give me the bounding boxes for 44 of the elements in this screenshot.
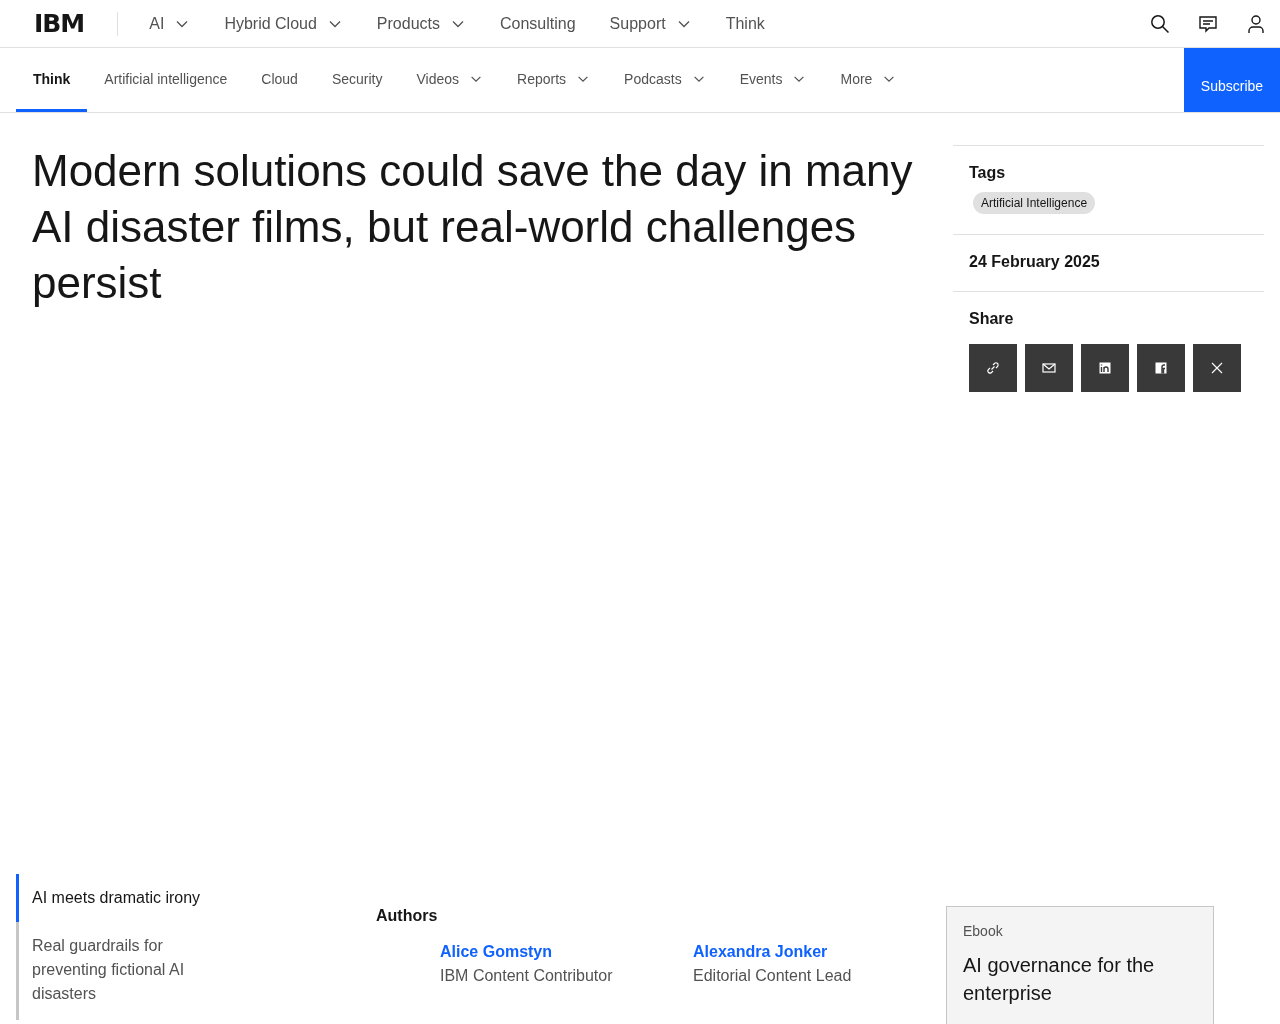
tags-label: Tags bbox=[969, 164, 1007, 182]
nav-tab[interactable]: Think bbox=[16, 48, 88, 112]
author-name-link[interactable]: Alexandra Jonker bbox=[693, 943, 946, 961]
nav-link[interactable]: Products bbox=[359, 14, 483, 33]
email-share-button[interactable] bbox=[1025, 344, 1073, 392]
nav-tab[interactable]: Security bbox=[314, 48, 400, 112]
envelope-icon bbox=[1041, 360, 1057, 376]
publish-date: 24 February 2025 bbox=[969, 253, 1101, 271]
share-label: Share bbox=[969, 310, 1015, 328]
nav-link[interactable]: Support bbox=[592, 14, 709, 33]
facebook-icon bbox=[1153, 360, 1169, 376]
x-share-button[interactable] bbox=[1193, 344, 1241, 392]
nav-tab[interactable]: Podcasts bbox=[607, 48, 723, 112]
search-icon[interactable] bbox=[1150, 13, 1170, 34]
subscribe-button[interactable]: Subscribe bbox=[1184, 48, 1280, 112]
toc-link[interactable]: AI meets dramatic irony bbox=[16, 874, 232, 922]
nav-tab[interactable]: Events bbox=[722, 48, 824, 112]
nav-link[interactable]: Think bbox=[708, 14, 782, 33]
linkedin-share-button[interactable] bbox=[1081, 344, 1129, 392]
author-role: Editorial Content Lead bbox=[693, 967, 853, 985]
card-kind-label: Ebook bbox=[963, 923, 1003, 939]
nav-link[interactable]: Consulting bbox=[483, 14, 593, 33]
nav-tab[interactable]: Videos bbox=[399, 48, 501, 112]
nav-link[interactable]: Hybrid Cloud bbox=[207, 14, 360, 33]
x-icon bbox=[1209, 360, 1225, 376]
article-headline: Modern solutions could save the day in many AI disaster films, but real-world challenges persist bbox=[32, 145, 914, 309]
author-name-link[interactable]: Alice Gomstyn bbox=[440, 943, 693, 961]
authors-label: Authors bbox=[376, 907, 439, 925]
nav-tab[interactable]: More bbox=[823, 48, 914, 112]
chat-icon[interactable] bbox=[1198, 13, 1218, 34]
author-role: IBM Content Contributor bbox=[440, 967, 614, 985]
user-icon[interactable] bbox=[1246, 13, 1266, 34]
linkedin-icon bbox=[1097, 360, 1113, 376]
nav-tab[interactable]: Artificial intelligence bbox=[87, 48, 245, 112]
nav-tab[interactable]: Cloud bbox=[244, 48, 315, 112]
facebook-share-button[interactable] bbox=[1137, 344, 1185, 392]
tag[interactable]: Artificial Intelligence bbox=[973, 192, 1096, 214]
ebook-card[interactable]: Ebook AI governance for the enterprise bbox=[946, 906, 1214, 1024]
logo[interactable]: IBM bbox=[34, 10, 85, 37]
card-title: AI governance for the enterprise bbox=[963, 953, 1156, 1006]
link-icon bbox=[985, 360, 1001, 376]
toc-link[interactable]: Real guardrails for preventing fictional AI disasters bbox=[16, 922, 232, 1020]
nav-tab[interactable]: Reports bbox=[500, 48, 608, 112]
nav-link[interactable]: AI bbox=[132, 14, 208, 33]
